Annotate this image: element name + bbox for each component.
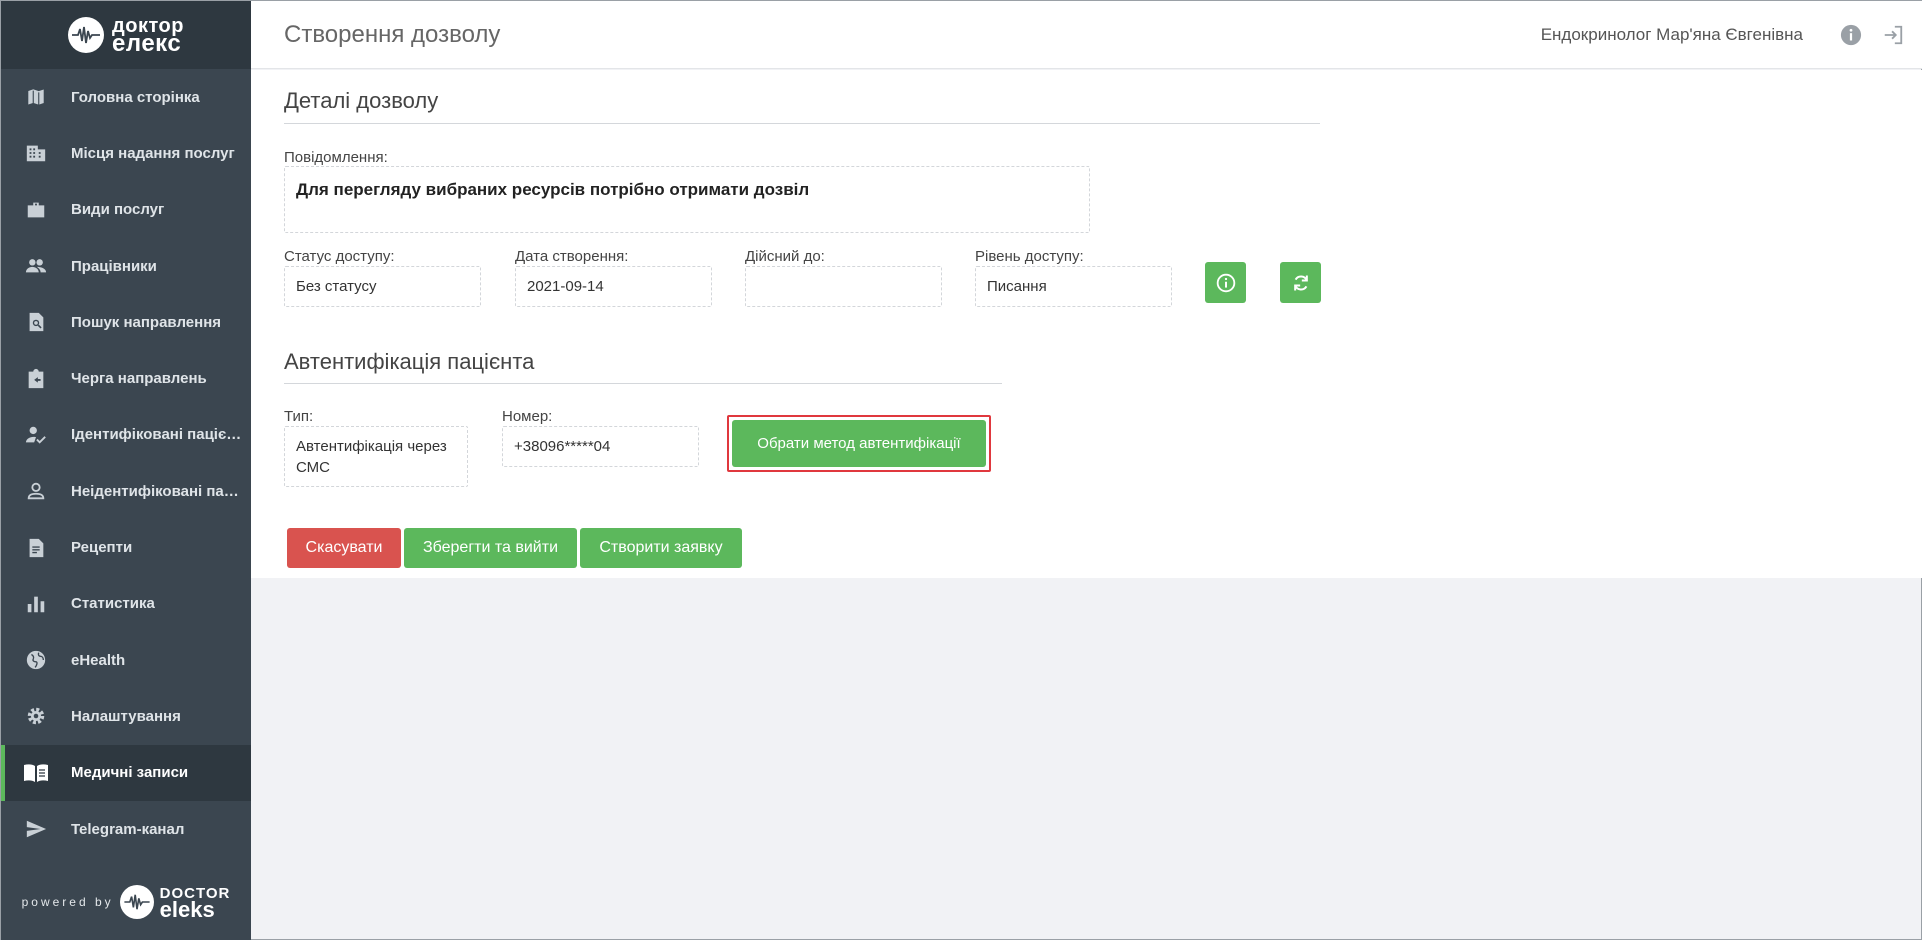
page-title: Створення дозволу xyxy=(284,21,501,48)
sidebar-item-employees[interactable]: Працівники xyxy=(1,238,251,294)
message-field: Для перегляду вибраних ресурсів потрібно… xyxy=(284,166,1090,233)
cancel-button[interactable]: Скасувати xyxy=(287,528,401,568)
create-request-button[interactable]: Створити заявку xyxy=(580,528,742,568)
gear-icon xyxy=(23,703,49,729)
bar-chart-icon xyxy=(23,591,49,617)
phone-number-label: Номер: xyxy=(502,408,553,425)
open-book-icon xyxy=(23,760,49,786)
sidebar-item-label: Медичні записи xyxy=(71,764,189,782)
logo-text: доктор елекс xyxy=(112,16,184,57)
app-logo[interactable]: доктор елекс xyxy=(1,1,251,69)
details-section-title: Деталі дозволу xyxy=(284,88,439,113)
sidebar-item-home[interactable]: Головна сторінка xyxy=(1,69,251,125)
access-level-field: Писання xyxy=(975,266,1172,307)
sidebar-item-medical-records[interactable]: Медичні записи xyxy=(1,744,251,801)
message-label: Повідомлення: xyxy=(284,149,388,166)
sidebar-item-statistics[interactable]: Статистика xyxy=(1,576,251,632)
permission-form: Деталі дозволу Повідомлення: Для перегля… xyxy=(251,70,1922,578)
briefcase-icon xyxy=(23,197,49,223)
sidebar-item-telegram[interactable]: Telegram-канал xyxy=(1,801,251,857)
map-icon xyxy=(23,84,49,110)
details-divider xyxy=(284,123,1320,124)
sidebar-item-label: eHealth xyxy=(71,651,126,669)
powered-brand: DOCTOR eleks xyxy=(159,886,231,922)
access-status-field: Без статусу xyxy=(284,266,481,307)
sidebar-item-ehealth[interactable]: eHealth xyxy=(1,632,251,688)
doctor-eleks-logo-icon xyxy=(119,885,154,919)
prescription-icon xyxy=(23,535,49,561)
send-icon xyxy=(23,816,49,842)
sidebar-item-label: Неідентифіковані пацієнти xyxy=(71,482,246,500)
info-circle-icon xyxy=(1216,273,1235,292)
building-icon xyxy=(23,140,49,166)
auth-section-title: Автентифікація пацієнта xyxy=(284,349,535,374)
sidebar-item-label: Місця надання послуг xyxy=(71,144,235,162)
permission-info-button[interactable] xyxy=(1205,262,1246,303)
clipboard-return-icon xyxy=(23,366,49,392)
valid-until-field xyxy=(745,266,942,307)
powered-by-footer: powered by DOCTOR eleks xyxy=(1,885,251,922)
sidebar-item-identified-patients[interactable]: Ідентифіковані пацієнти xyxy=(1,407,251,463)
sidebar-item-settings[interactable]: Налаштування xyxy=(1,688,251,744)
sidebar: доктор елекс Головна сторінка Місця нада… xyxy=(1,1,251,940)
sidebar-item-label: Працівники xyxy=(71,257,157,275)
auth-type-label: Тип: xyxy=(284,408,314,425)
access-status-label: Статус доступу: xyxy=(284,248,395,265)
valid-until-label: Дійсний до: xyxy=(745,248,825,265)
app-window: доктор елекс Головна сторінка Місця нада… xyxy=(0,0,1922,940)
sidebar-item-unidentified-patients[interactable]: Неідентифіковані пацієнти xyxy=(1,463,251,519)
refresh-button[interactable] xyxy=(1280,262,1321,303)
top-header: Створення дозволу Ендокринолог Мар'яна Є… xyxy=(251,1,1922,69)
sidebar-item-label: Пошук направлення xyxy=(71,313,221,331)
access-level-label: Рівень доступу: xyxy=(975,248,1084,265)
choose-auth-method-button[interactable]: Обрати метод автентифікації xyxy=(732,420,986,467)
globe-icon xyxy=(23,647,49,673)
sidebar-nav: Головна сторінка Місця надання послуг Ви… xyxy=(1,69,251,857)
powered-brand-line2: eleks xyxy=(159,897,215,922)
people-icon xyxy=(23,253,49,279)
sidebar-item-label: Telegram-канал xyxy=(71,820,185,838)
sidebar-item-referral-queue[interactable]: Черга направлень xyxy=(1,350,251,406)
sidebar-item-label: Головна сторінка xyxy=(71,88,200,106)
sidebar-item-label: Ідентифіковані пацієнти xyxy=(71,426,246,444)
logo-line2: елекс xyxy=(112,30,182,57)
sidebar-item-label: Налаштування xyxy=(71,707,181,725)
phone-number-field: +38096*****04 xyxy=(502,426,699,467)
sidebar-item-label: Види послуг xyxy=(71,201,165,219)
person-check-icon xyxy=(23,422,49,448)
sidebar-item-label: Статистика xyxy=(71,595,155,613)
sidebar-item-label: Черга направлень xyxy=(71,370,207,388)
creation-date-label: Дата створення: xyxy=(515,248,629,265)
refresh-icon xyxy=(1293,275,1308,290)
logout-icon[interactable] xyxy=(1881,23,1905,47)
sidebar-item-service-places[interactable]: Місця надання послуг xyxy=(1,125,251,181)
auth-type-field: Автентифікація через СМС xyxy=(284,426,468,487)
save-and-exit-button[interactable]: Зберегти та вийти xyxy=(404,528,577,568)
current-user-name[interactable]: Ендокринолог Мар'яна Євгенівна xyxy=(1541,25,1803,45)
logo-mark-icon xyxy=(68,17,105,53)
sidebar-item-label: Рецепти xyxy=(71,539,133,557)
sidebar-item-prescriptions[interactable]: Рецепти xyxy=(1,519,251,575)
creation-date-field: 2021-09-14 xyxy=(515,266,712,307)
sidebar-item-service-types[interactable]: Види послуг xyxy=(1,182,251,238)
auth-divider xyxy=(284,383,1002,384)
person-outline-icon xyxy=(23,478,49,504)
powered-by-text: powered by xyxy=(21,895,114,909)
info-icon[interactable] xyxy=(1839,23,1863,47)
document-search-icon xyxy=(23,309,49,335)
sidebar-item-referral-search[interactable]: Пошук направлення xyxy=(1,294,251,350)
